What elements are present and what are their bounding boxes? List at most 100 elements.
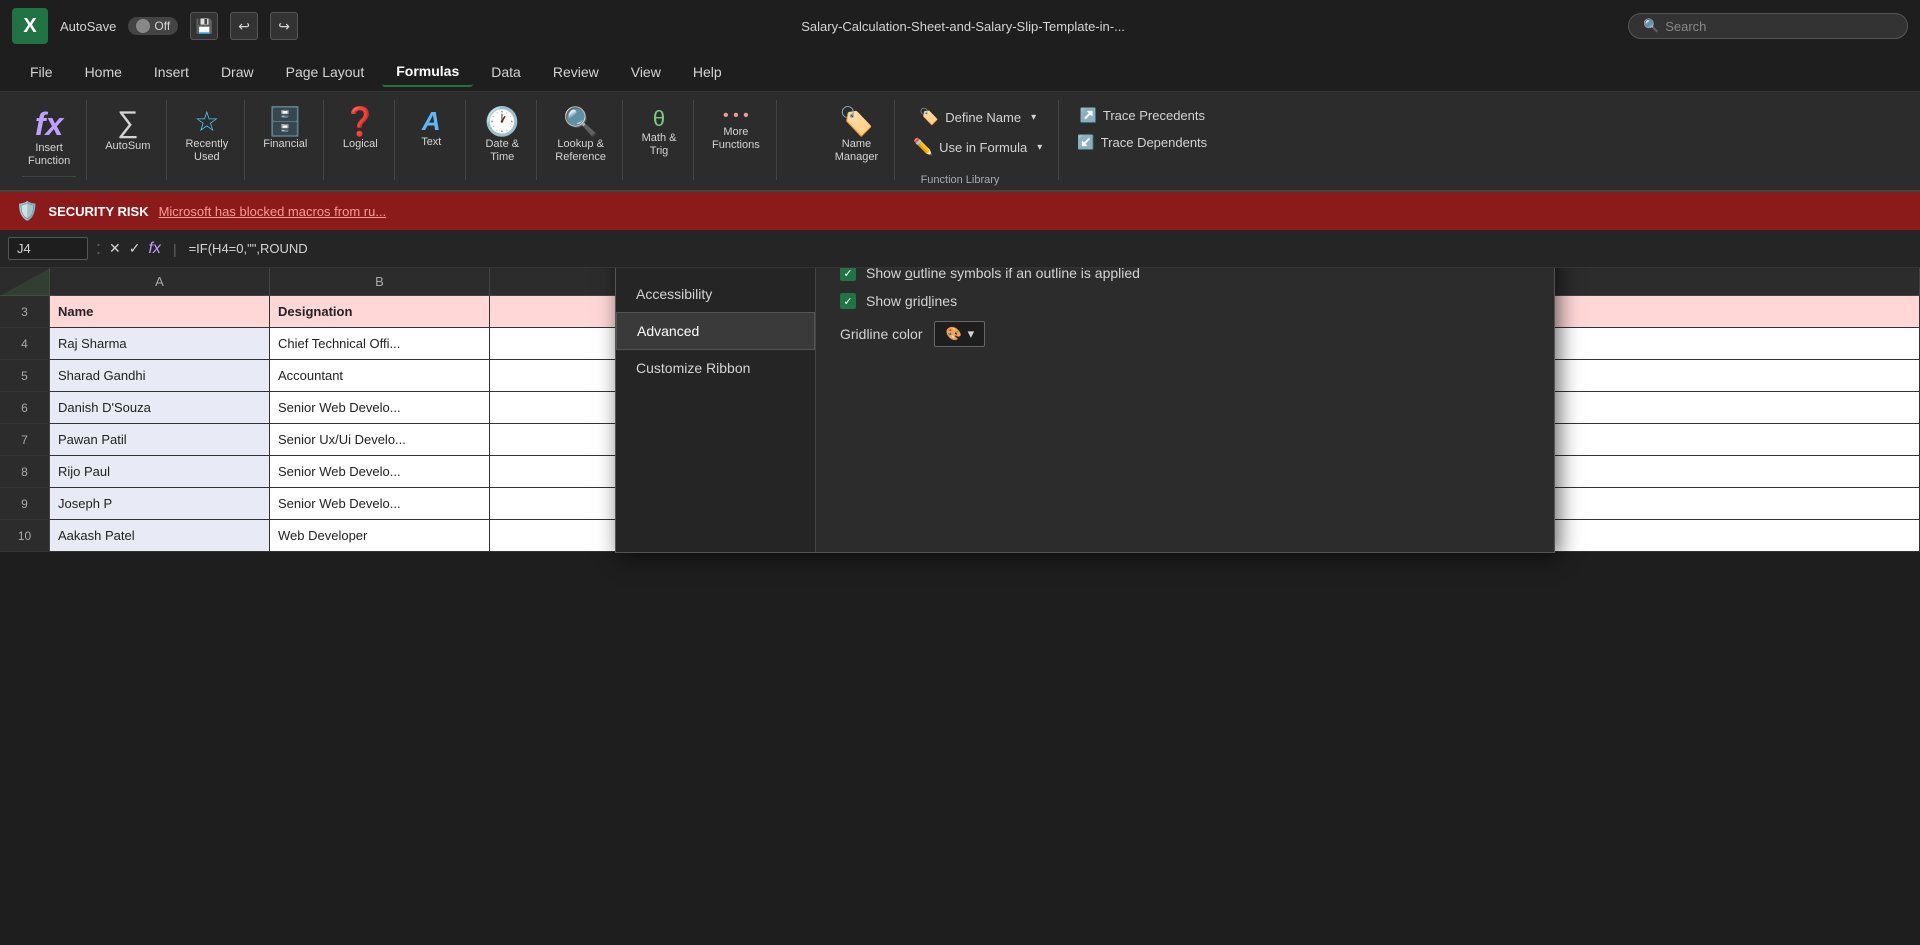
lookup-button[interactable]: 🔍 Lookup & Reference <box>549 104 612 168</box>
define-name-chevron: ▾ <box>1031 112 1036 123</box>
name-manager-button[interactable]: 🏷️ Name Manager <box>829 104 884 168</box>
text-label: Text <box>421 136 441 149</box>
option-label-gridlines: Show gridlines <box>866 293 957 309</box>
autosave-label: AutoSave <box>60 19 116 34</box>
panel-body: General Formulas Data Proofing Save Lang… <box>616 268 1554 552</box>
math-button[interactable]: θ Math & Trig <box>635 104 683 162</box>
nav-accessibility[interactable]: Accessibility <box>616 276 815 312</box>
trace-precedents-button[interactable]: ↗️ Trace Precedents <box>1073 104 1211 127</box>
logical-label: Logical <box>343 138 378 151</box>
insert-function-icon: fx <box>35 108 63 140</box>
logical-icon: ❓ <box>343 108 378 136</box>
ribbon-group-autosum: ∑ AutoSum <box>89 100 167 180</box>
menu-help[interactable]: Help <box>679 58 736 86</box>
menu-view[interactable]: View <box>617 58 675 86</box>
formula-separator: : <box>96 238 101 259</box>
gridline-color-label: Gridline color <box>840 326 922 342</box>
insert-function-label: Insert Function <box>28 142 70 168</box>
ribbon-group-name-manager: 🏷️ Name Manager <box>819 100 895 180</box>
menu-insert[interactable]: Insert <box>140 58 203 86</box>
toggle-circle <box>136 19 150 33</box>
ribbon-group-lookup: 🔍 Lookup & Reference <box>539 100 623 180</box>
gridline-color-row: Gridline color 🎨 ▾ <box>840 321 1530 347</box>
ribbon-group-date: 🕐 Date & Time <box>468 100 537 180</box>
nav-advanced[interactable]: Advanced <box>616 312 815 350</box>
redo-button[interactable]: ↪ <box>270 12 298 40</box>
search-icon: 🔍 <box>1643 18 1659 34</box>
trace-dependents-button[interactable]: ↙️ Trace Dependents <box>1071 131 1213 154</box>
nav-customize-ribbon[interactable]: Customize Ribbon <box>616 350 815 386</box>
security-message[interactable]: Microsoft has blocked macros from ru... <box>159 204 387 219</box>
ribbon: fx Insert Function ∑ AutoSum ☆ Recently … <box>0 92 1920 192</box>
menu-file[interactable]: File <box>16 58 67 86</box>
math-label: Math & Trig <box>642 132 677 158</box>
ribbon-group-label <box>22 176 76 179</box>
trace-precedents-icon: ↗️ <box>1079 107 1096 124</box>
color-chevron-icon: ▾ <box>968 326 975 342</box>
financial-button[interactable]: 🗄️ Financial <box>257 104 313 155</box>
checkbox-gridlines[interactable]: ✓ <box>840 293 856 309</box>
formula-check-icon[interactable]: ✓ <box>129 240 141 257</box>
menu-page-layout[interactable]: Page Layout <box>272 58 379 86</box>
formula-cross-icon[interactable]: ✕ <box>109 240 121 257</box>
define-name-button[interactable]: 🏷️ Define Name ▾ <box>913 104 1042 130</box>
panel-content: Display options for this worksheet: ▣ Da… <box>816 268 1554 552</box>
math-icon: θ <box>653 108 665 130</box>
formula-input[interactable]: =IF(H4=0,"",ROUND <box>189 241 1912 256</box>
save-button[interactable]: 💾 <box>190 12 218 40</box>
menu-formulas[interactable]: Formulas <box>382 57 473 87</box>
search-box[interactable]: 🔍 Search <box>1628 13 1908 39</box>
menu-data[interactable]: Data <box>477 58 535 86</box>
more-label: More Functions <box>712 126 760 152</box>
ribbon-group-text: A Text <box>397 100 466 180</box>
ribbon-group-recently-used: ☆ Recently Used <box>169 100 245 180</box>
text-button[interactable]: A Text <box>407 104 455 153</box>
use-in-formula-button[interactable]: ✏️ Use in Formula ▾ <box>907 134 1048 160</box>
use-in-formula-icon: ✏️ <box>913 137 933 157</box>
ribbon-group-math: θ Math & Trig <box>625 100 694 180</box>
financial-label: Financial <box>263 138 307 151</box>
recently-used-button[interactable]: ☆ Recently Used <box>179 104 234 168</box>
excel-logo: X <box>12 8 48 44</box>
excel-options-overlay: Excel Options General Formulas Data Proo… <box>0 268 1920 945</box>
lookup-label: Lookup & Reference <box>555 138 606 164</box>
gridline-color-button[interactable]: 🎨 ▾ <box>934 321 985 347</box>
window-title: Salary-Calculation-Sheet-and-Salary-Slip… <box>310 19 1616 34</box>
checkbox-outline[interactable]: ✓ <box>840 268 856 281</box>
autosum-button[interactable]: ∑ AutoSum <box>99 104 156 157</box>
name-manager-icon: 🏷️ <box>839 108 874 136</box>
autosave-toggle[interactable]: Off <box>128 17 178 35</box>
recently-used-icon: ☆ <box>194 108 219 136</box>
ribbon-group-insert-function: fx Insert Function <box>12 100 87 180</box>
name-manager-label: Name Manager <box>835 138 878 164</box>
option-label-outline: Show outline symbols if an outline is ap… <box>866 268 1140 281</box>
nav-language[interactable]: Language <box>616 268 815 276</box>
text-icon: A <box>422 108 441 134</box>
undo-button[interactable]: ↩ <box>230 12 258 40</box>
logical-button[interactable]: ❓ Logical <box>336 104 384 155</box>
title-bar: X AutoSave Off 💾 ↩ ↪ Salary-Calculation-… <box>0 0 1920 52</box>
date-button[interactable]: 🕐 Date & Time <box>478 104 526 168</box>
define-name-icon: 🏷️ <box>919 107 939 127</box>
security-risk-label: SECURITY RISK <box>48 204 148 219</box>
formula-fx-icon[interactable]: fx <box>148 240 160 258</box>
trace-dependents-icon: ↙️ <box>1077 134 1094 151</box>
lookup-icon: 🔍 <box>563 108 598 136</box>
option-row-outline: ✓ Show outline symbols if an outline is … <box>840 268 1530 281</box>
menu-draw[interactable]: Draw <box>207 58 268 86</box>
financial-icon: 🗄️ <box>268 108 303 136</box>
menu-home[interactable]: Home <box>71 58 136 86</box>
menu-bar: File Home Insert Draw Page Layout Formul… <box>0 52 1920 92</box>
function-library-label: Function Library <box>921 170 1000 186</box>
insert-function-button[interactable]: fx Insert Function <box>22 104 76 172</box>
autosum-label: AutoSum <box>105 140 150 153</box>
security-bar: 🛡️ SECURITY RISK Microsoft has blocked m… <box>0 192 1920 230</box>
security-shield-icon: 🛡️ <box>16 201 38 222</box>
cell-reference[interactable]: J4 <box>8 237 88 260</box>
ribbon-group-logical: ❓ Logical <box>326 100 395 180</box>
recently-used-label: Recently Used <box>185 138 228 164</box>
ribbon-group-more: • • • More Functions <box>696 100 777 180</box>
ribbon-group-trace: ↗️ Trace Precedents ↙️ Trace Dependents <box>1061 100 1223 180</box>
more-functions-button[interactable]: • • • More Functions <box>706 104 766 156</box>
menu-review[interactable]: Review <box>539 58 613 86</box>
